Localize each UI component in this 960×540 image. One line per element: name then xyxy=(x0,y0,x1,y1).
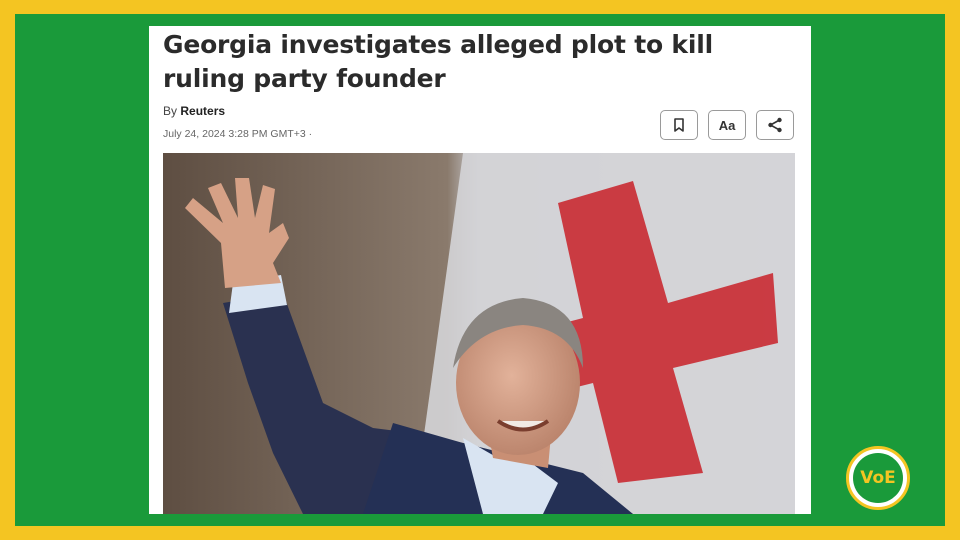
bookmark-button[interactable] xyxy=(660,110,698,140)
byline-author[interactable]: Reuters xyxy=(180,104,225,118)
hero-photo xyxy=(163,153,795,514)
voe-logo: VoE xyxy=(853,453,903,503)
article-headline: Georgia investigates alleged plot to kil… xyxy=(163,30,713,93)
dateline: July 24, 2024 3:28 PM GMT+3 · xyxy=(163,128,313,140)
bookmark-icon xyxy=(674,118,684,132)
font-size-button[interactable]: Aa xyxy=(708,110,746,140)
share-button[interactable] xyxy=(756,110,794,140)
byline: By Reuters xyxy=(163,104,225,118)
article-card: Georgia investigates alleged plot to kil… xyxy=(149,26,811,514)
voe-logo-badge: VoE xyxy=(846,446,910,510)
byline-prefix: By xyxy=(163,104,178,118)
voe-logo-text: VoE xyxy=(860,468,896,488)
share-icon xyxy=(768,117,782,133)
